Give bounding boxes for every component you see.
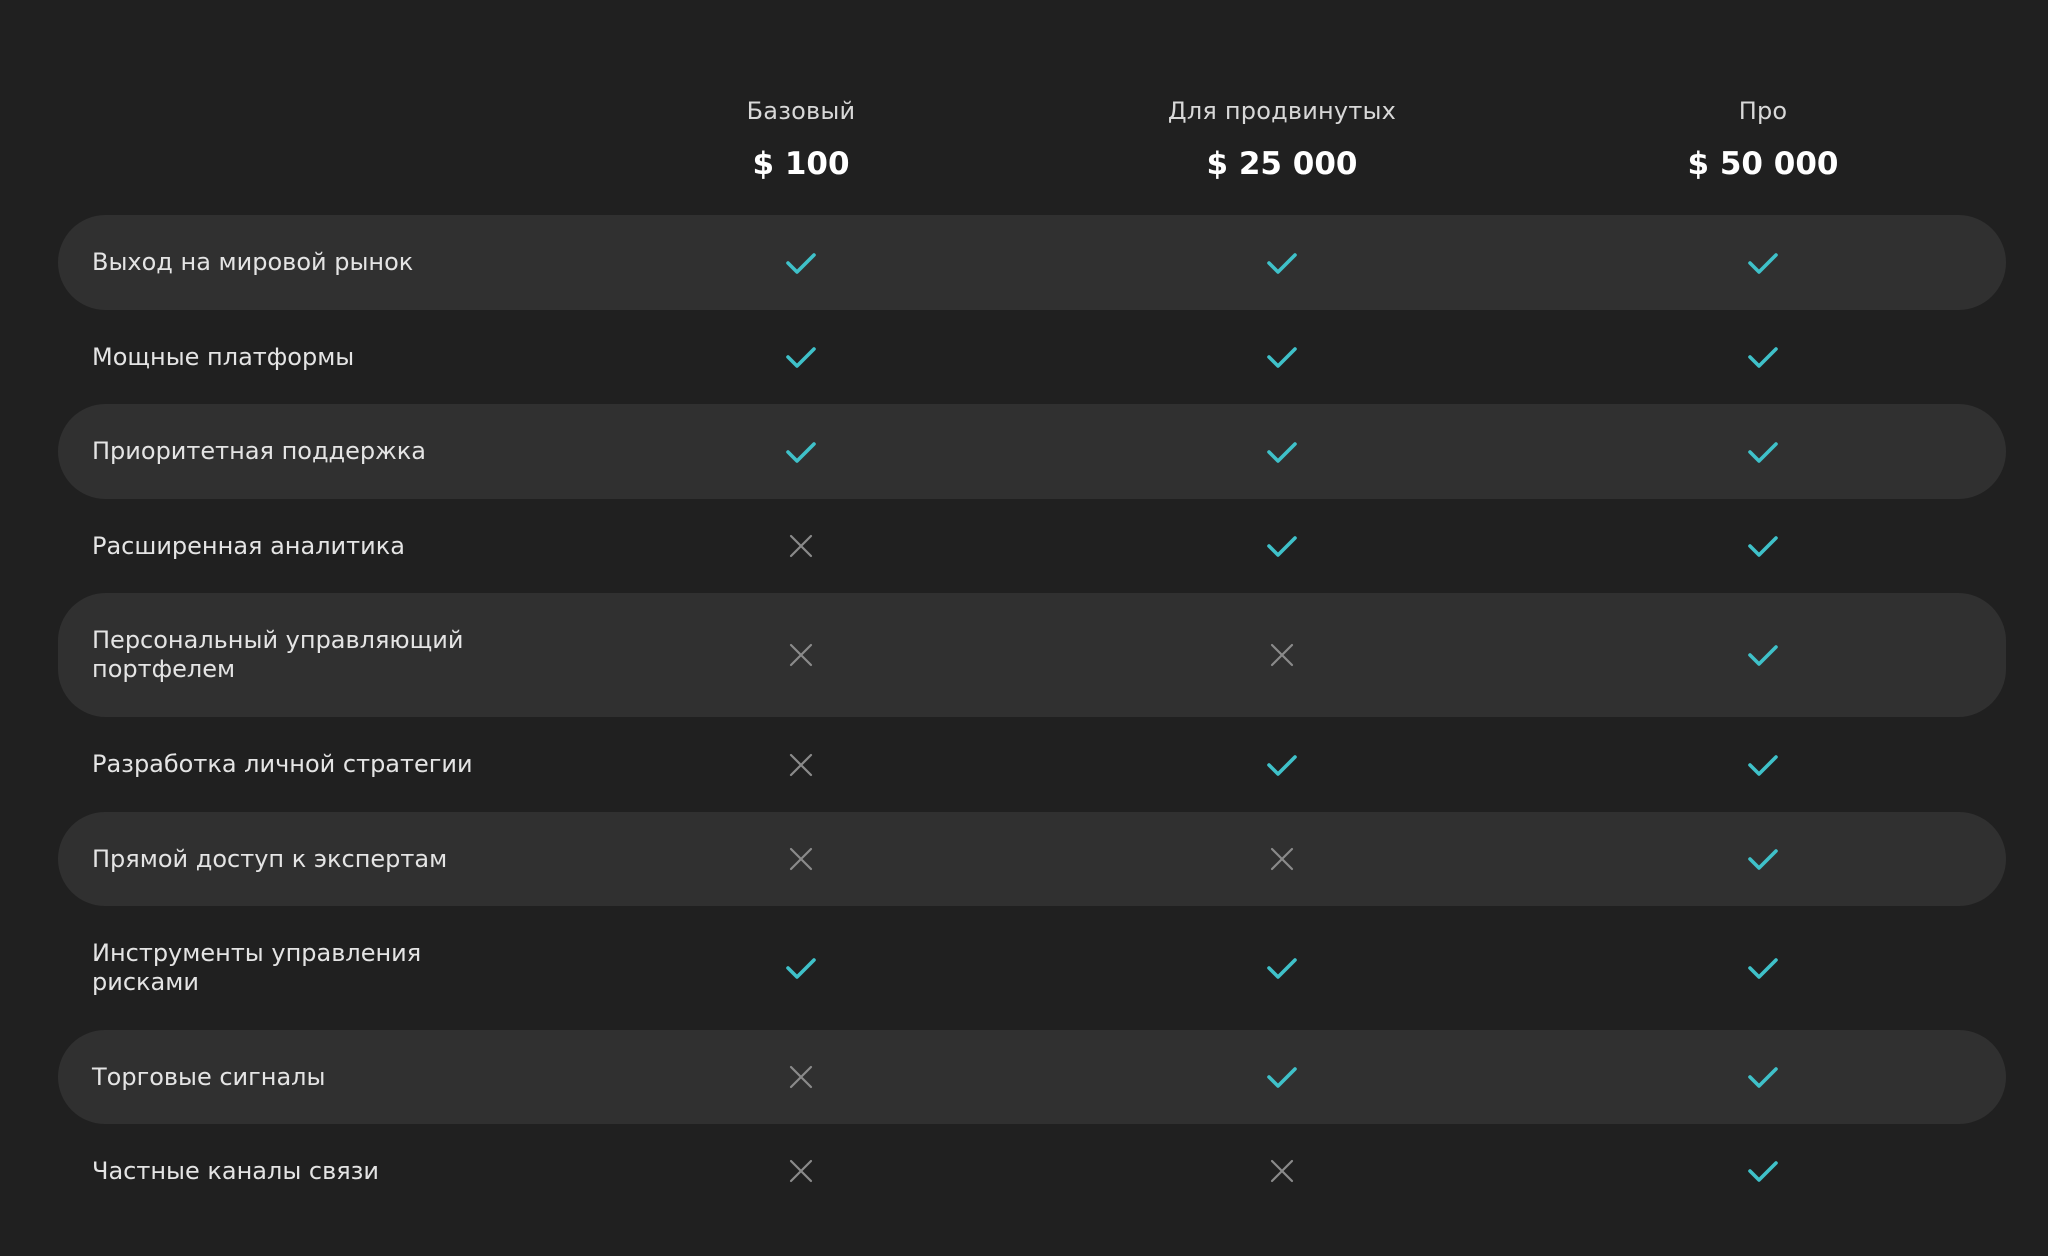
check-icon [1746,951,1780,985]
feature-row: Персональный управляющий портфелем [58,593,2006,717]
plan-price: $ 50 000 [1687,146,1839,182]
feature-row: Частные каналы связи [58,1124,2006,1218]
plan-column-basic: Базовый $ 100 [601,96,1001,182]
feature-row: Выход на мировой рынок [58,215,2006,310]
feature-label: Мощные платформы [92,342,355,371]
plan-name: Про [1738,97,1788,125]
feature-row: Прямой доступ к экспертам [58,812,2006,906]
plan-price: $ 100 [752,146,850,182]
cross-icon [784,842,818,876]
cross-icon [1265,638,1299,672]
plan-name: Для продвинутых [1167,97,1397,125]
check-icon [1746,529,1780,563]
check-icon [1746,748,1780,782]
cross-icon [784,748,818,782]
check-icon [1265,1060,1299,1094]
feature-row: Мощные платформы [58,310,2006,404]
cross-icon [784,638,818,672]
check-icon [1746,842,1780,876]
feature-label: Расширенная аналитика [92,531,405,560]
check-icon [784,951,818,985]
check-icon [1265,435,1299,469]
feature-label: Частные каналы связи [92,1156,380,1185]
cross-icon [784,1060,818,1094]
plan-name: Базовый [746,97,856,125]
feature-label: Инструменты управления рисками [92,939,422,996]
cross-icon [1265,1154,1299,1188]
check-icon [1265,951,1299,985]
check-icon [1746,1154,1780,1188]
cross-icon [784,1154,818,1188]
check-icon [1265,748,1299,782]
check-icon [784,246,818,280]
feature-label: Персональный управляющий портфелем [92,626,464,683]
check-icon [1265,529,1299,563]
check-icon [1746,246,1780,280]
check-icon [1746,435,1780,469]
feature-row: Торговые сигналы [58,1030,2006,1124]
check-icon [1265,340,1299,374]
feature-label: Прямой доступ к экспертам [92,844,448,873]
check-icon [1746,638,1780,672]
plan-price: $ 25 000 [1206,146,1358,182]
check-icon [1746,340,1780,374]
check-icon [1746,1060,1780,1094]
plan-column-advanced: Для продвинутых $ 25 000 [1082,96,1482,182]
feature-row: Разработка личной стратегии [58,717,2006,812]
feature-row: Инструменты управления рисками [58,906,2006,1030]
cross-icon [784,529,818,563]
feature-label: Торговые сигналы [92,1062,326,1091]
cross-icon [1265,842,1299,876]
plan-column-pro: Про $ 50 000 [1563,96,1963,182]
feature-row: Расширенная аналитика [58,499,2006,593]
check-icon [1265,246,1299,280]
plans-header: Базовый $ 100 Для продвинутых $ 25 000 П… [58,0,2006,215]
feature-label: Приоритетная поддержка [92,437,426,465]
feature-label: Выход на мировой рынок [92,248,414,276]
check-icon [784,435,818,469]
check-icon [784,340,818,374]
feature-label: Разработка личной стратегии [92,750,473,778]
pricing-comparison-table: Базовый $ 100 Для продвинутых $ 25 000 П… [58,0,2006,1185]
feature-row: Приоритетная поддержка [58,404,2006,499]
